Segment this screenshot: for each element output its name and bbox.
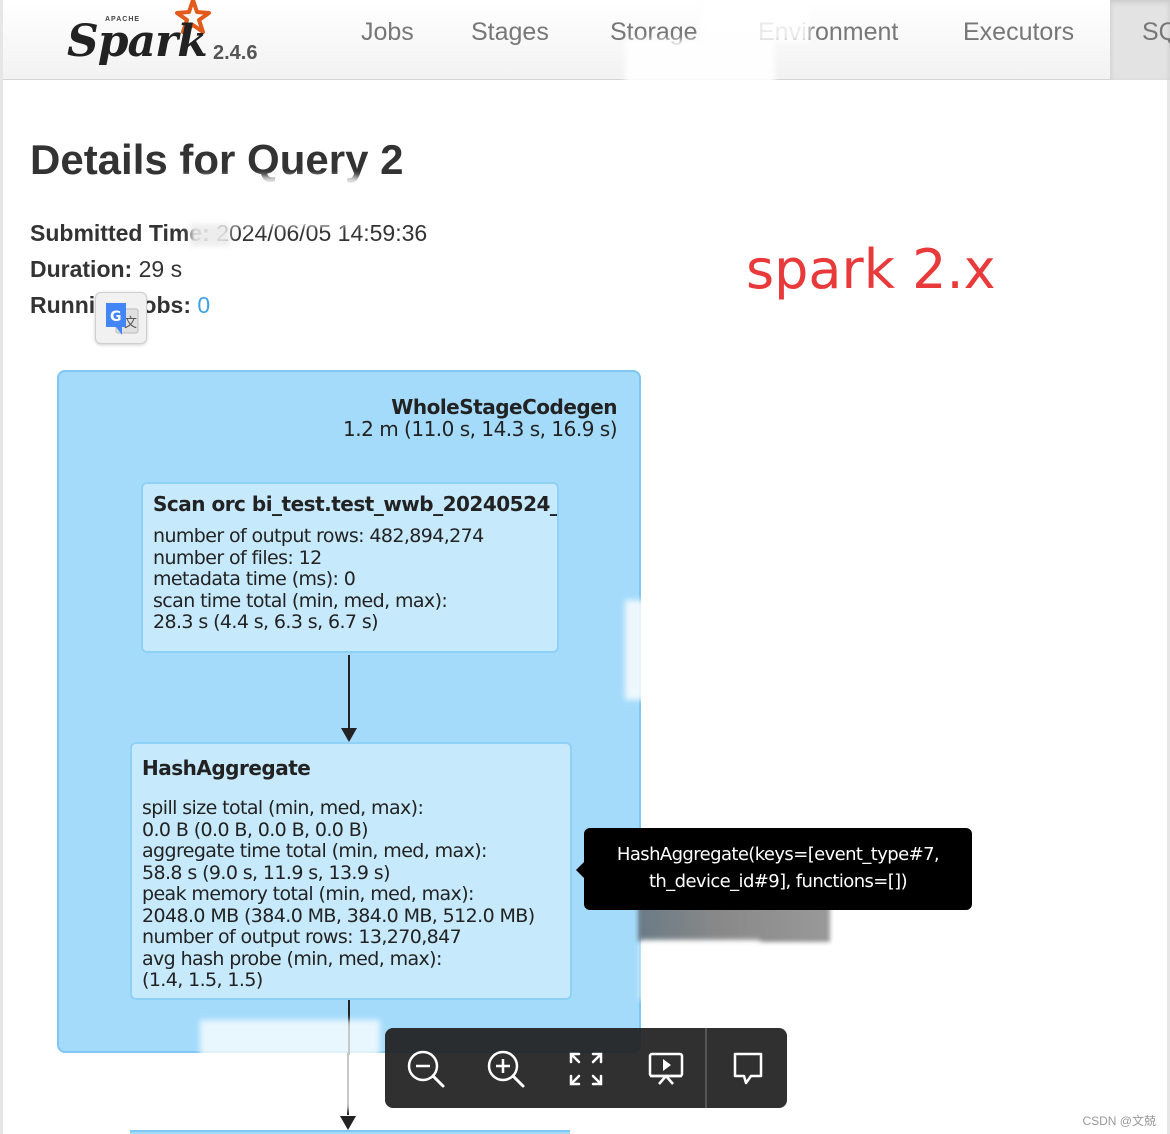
nav-tab-executors[interactable]: Executors (963, 18, 1074, 47)
scan-node-title: Scan orc bi_test.test_wwb_20240524_1 (153, 492, 559, 516)
cluster-title: WholeStageCodegen 1.2 m (11.0 s, 14.3 s,… (343, 396, 617, 440)
whole-stage-codegen-cluster[interactable]: WholeStageCodegen 1.2 m (11.0 s, 14.3 s,… (57, 370, 641, 1055)
hash-node-metric: 0.0 B (0.0 B, 0.0 B, 0.0 B) (142, 818, 369, 841)
edge-scan-to-hash (348, 655, 350, 731)
svg-text:G: G (110, 309, 122, 325)
duration-label: Duration: (30, 256, 133, 282)
scan-node-metric: 28.3 s (4.4 s, 6.3 s, 6.7 s) (153, 611, 379, 633)
spark-logo[interactable]: APACHE Spark 2.4.6 (65, 0, 265, 74)
zoom-out-button[interactable] (403, 1046, 449, 1092)
hash-node-metric: peak memory total (min, med, max): (142, 883, 474, 905)
comment-button[interactable] (725, 1046, 771, 1092)
fullscreen-icon (569, 1052, 603, 1086)
watermark-blur (190, 224, 230, 246)
duration-row: Duration: 29 s (30, 256, 182, 283)
nav-tab-sql[interactable]: SQ (1110, 0, 1170, 80)
watermark-blur (200, 1020, 380, 1110)
nav-tab-jobs[interactable]: Jobs (361, 18, 414, 47)
top-navbar: APACHE Spark 2.4.6 Jobs Stages Storage E… (3, 0, 1170, 80)
tooltip-line: HashAggregate(keys=[event_type#7, (616, 844, 940, 865)
version-annotation: spark 2.x (746, 238, 996, 301)
cluster-name: WholeStageCodegen (391, 395, 617, 419)
slideshow-icon (648, 1052, 684, 1085)
brand-name: Spark (67, 16, 208, 67)
cluster-metric: 1.2 m (11.0 s, 14.3 s, 16.9 s) (343, 417, 617, 441)
hash-node-metric: 2048.0 MB (384.0 MB, 384.0 MB, 512.0 MB) (142, 904, 535, 927)
source-credit: CSDN @文兢 (1082, 1114, 1156, 1128)
duration-value: 29 s (138, 256, 183, 282)
next-plan-node[interactable] (130, 1130, 570, 1134)
comment-icon (733, 1052, 763, 1085)
hash-node-metric: aggregate time total (min, med, max): (142, 840, 487, 862)
watermark-blur (638, 906, 830, 942)
hash-node-title: HashAggregate (142, 756, 311, 780)
watermark-blur (625, 600, 835, 700)
hash-node-metric: spill size total (min, med, max): (142, 797, 424, 819)
zoom-in-button[interactable] (483, 1046, 529, 1092)
watermark-blur (625, 325, 795, 395)
scan-orc-node[interactable]: Scan orc bi_test.test_wwb_20240524_1 num… (141, 482, 559, 653)
zoom-in-icon (487, 1050, 525, 1088)
slideshow-button[interactable] (643, 1046, 689, 1092)
scan-node-metric: number of files: 12 (153, 546, 322, 569)
watermark-blur (640, 940, 760, 1000)
hash-node-metric: 58.8 s (9.0 s, 11.9 s, 13.9 s) (142, 861, 391, 884)
tooltip-line: th_device_id#9], functions=[]) (648, 871, 908, 892)
hash-node-metric: (1.4, 1.5, 1.5) (142, 969, 263, 991)
scan-node-metric: metadata time (ms): 0 (153, 568, 356, 590)
zoom-out-icon (407, 1050, 445, 1088)
hash-node-metric: avg hash probe (min, med, max): (142, 947, 442, 970)
running-jobs-link[interactable]: 0 (197, 292, 210, 318)
image-viewer-toolbar (385, 1028, 787, 1108)
toolbar-divider (705, 1028, 707, 1108)
nav-tab-stages[interactable]: Stages (471, 18, 549, 47)
node-tooltip: HashAggregate(keys=[event_type#7, th_dev… (576, 828, 972, 910)
nav-tab-sql-label: SQ (1142, 18, 1170, 46)
hash-aggregate-node[interactable]: HashAggregate spill size total (min, med… (130, 742, 572, 1000)
watermark-blur (180, 176, 360, 226)
scan-node-metric: number of output rows: 482,894,274 (153, 525, 484, 547)
scan-node-metric: scan time total (min, med, max): (153, 589, 448, 612)
watermark-blur (700, 2, 810, 42)
watermark-blur (625, 40, 775, 90)
hash-node-metric: number of output rows: 13,270,847 (142, 926, 462, 948)
edge-arrowhead (341, 728, 357, 742)
edge-arrowhead (340, 1116, 356, 1130)
brand-version: 2.4.6 (213, 42, 258, 64)
google-translate-icon: 文 G (106, 303, 139, 335)
fullscreen-button[interactable] (563, 1046, 609, 1092)
google-translate-button[interactable]: 文 G (95, 292, 147, 344)
